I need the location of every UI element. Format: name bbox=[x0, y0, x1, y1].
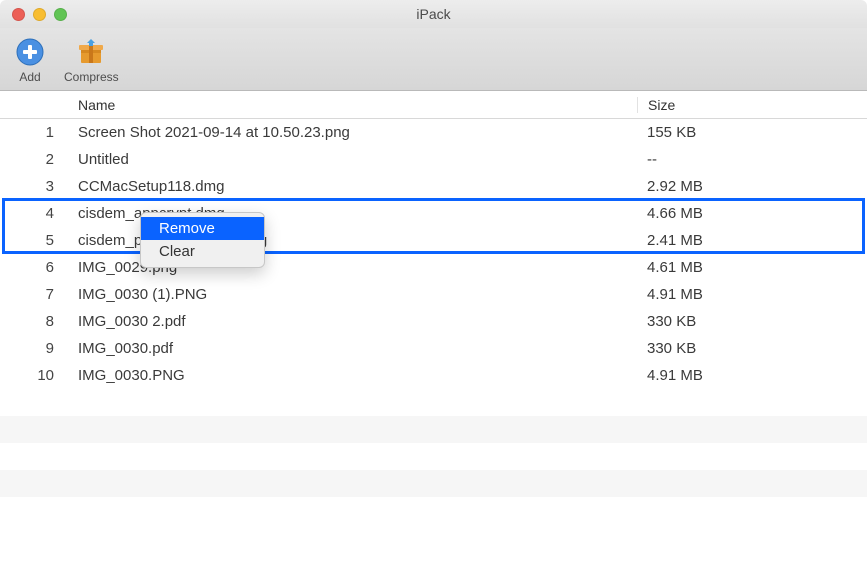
add-button[interactable]: Add bbox=[14, 36, 46, 84]
table-row[interactable]: 1 Screen Shot 2021-09-14 at 10.50.23.png… bbox=[0, 119, 867, 146]
table-body: 1 Screen Shot 2021-09-14 at 10.50.23.png… bbox=[0, 119, 867, 524]
table-row[interactable]: 5 cisdem_pdfcompiler (1).dmg 2.41 MB bbox=[0, 227, 867, 254]
table-row[interactable]: 2 Untitled -- bbox=[0, 146, 867, 173]
row-size: 2.92 MB bbox=[637, 178, 867, 195]
row-index: 1 bbox=[0, 124, 70, 141]
row-size: 4.91 MB bbox=[637, 286, 867, 303]
row-index: 6 bbox=[0, 259, 70, 276]
compress-icon bbox=[75, 36, 107, 68]
context-menu: Remove Clear bbox=[140, 212, 265, 268]
row-size: 330 KB bbox=[637, 340, 867, 357]
row-name: IMG_0030 (1).PNG bbox=[70, 286, 637, 303]
row-size: 4.61 MB bbox=[637, 259, 867, 276]
context-menu-remove[interactable]: Remove bbox=[141, 217, 264, 240]
row-name: CCMacSetup118.dmg bbox=[70, 178, 637, 195]
maximize-icon[interactable] bbox=[54, 8, 67, 21]
add-label: Add bbox=[19, 70, 40, 84]
row-size: 155 KB bbox=[637, 124, 867, 141]
add-icon bbox=[14, 36, 46, 68]
column-header-name[interactable]: Name bbox=[70, 97, 637, 113]
close-icon[interactable] bbox=[12, 8, 25, 21]
window-controls bbox=[12, 8, 67, 21]
row-index: 4 bbox=[0, 205, 70, 222]
minimize-icon[interactable] bbox=[33, 8, 46, 21]
table-row[interactable]: 8 IMG_0030 2.pdf 330 KB bbox=[0, 308, 867, 335]
table-row[interactable]: 6 IMG_0029.png 4.61 MB bbox=[0, 254, 867, 281]
row-index: 9 bbox=[0, 340, 70, 357]
compress-button[interactable]: Compress bbox=[64, 36, 119, 84]
app-window: iPack Add Comp bbox=[0, 0, 867, 561]
context-menu-clear[interactable]: Clear bbox=[141, 240, 264, 263]
row-size: 4.91 MB bbox=[637, 367, 867, 384]
compress-label: Compress bbox=[64, 70, 119, 84]
row-size: 2.41 MB bbox=[637, 232, 867, 249]
table-row[interactable]: 3 CCMacSetup118.dmg 2.92 MB bbox=[0, 173, 867, 200]
row-index: 3 bbox=[0, 178, 70, 195]
row-index: 7 bbox=[0, 286, 70, 303]
titlebar[interactable]: iPack bbox=[0, 0, 867, 28]
row-name: IMG_0030.pdf bbox=[70, 340, 637, 357]
filler-rows bbox=[0, 389, 867, 524]
row-index: 10 bbox=[0, 367, 70, 384]
toolbar: Add Compress bbox=[0, 28, 867, 91]
window-title: iPack bbox=[0, 6, 867, 22]
row-name: IMG_0030.PNG bbox=[70, 367, 637, 384]
row-name: Screen Shot 2021-09-14 at 10.50.23.png bbox=[70, 124, 637, 141]
column-header-size[interactable]: Size bbox=[637, 97, 867, 113]
row-index: 2 bbox=[0, 151, 70, 168]
row-size: 4.66 MB bbox=[637, 205, 867, 222]
row-size: 330 KB bbox=[637, 313, 867, 330]
table-row[interactable]: 4 cisdem_appcrypt.dmg 4.66 MB bbox=[0, 200, 867, 227]
table-row[interactable]: 7 IMG_0030 (1).PNG 4.91 MB bbox=[0, 281, 867, 308]
row-index: 8 bbox=[0, 313, 70, 330]
table-row[interactable]: 10 IMG_0030.PNG 4.91 MB bbox=[0, 362, 867, 389]
table-header: Name Size bbox=[0, 91, 867, 119]
table-row[interactable]: 9 IMG_0030.pdf 330 KB bbox=[0, 335, 867, 362]
row-name: IMG_0030 2.pdf bbox=[70, 313, 637, 330]
row-index: 5 bbox=[0, 232, 70, 249]
row-size: -- bbox=[637, 151, 867, 168]
row-name: Untitled bbox=[70, 151, 637, 168]
